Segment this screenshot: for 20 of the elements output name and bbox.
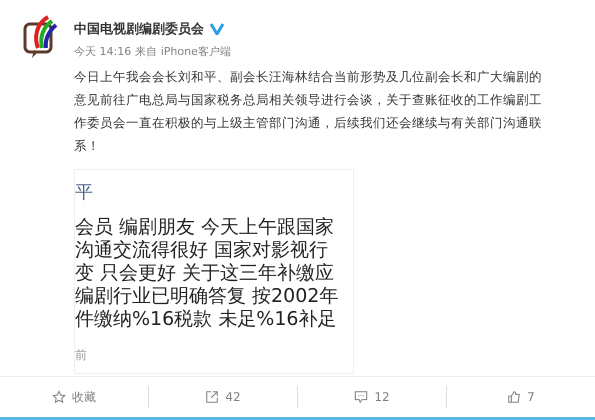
star-icon <box>52 390 66 404</box>
message-time: 前 <box>75 347 87 364</box>
repost-button[interactable]: 42 <box>149 389 297 405</box>
thumbs-up-icon <box>507 390 522 404</box>
author-name[interactable]: 中国电视剧编剧委员会 <box>74 20 204 38</box>
message-line: 沟通交流得很好 国家对影视行 <box>75 239 328 262</box>
message-line: 会员 编剧朋友 今天上午跟国家 <box>75 216 334 239</box>
comment-icon <box>354 390 368 404</box>
like-button[interactable]: 7 <box>447 389 595 405</box>
author-name: 平 <box>75 181 93 204</box>
post-time[interactable]: 今天 14:16 <box>74 44 132 59</box>
message-line: 变 只会更好 关于这三年补缴应 <box>75 262 334 285</box>
comment-button[interactable]: 12 <box>298 389 446 405</box>
favorite-button[interactable]: 收藏 <box>0 388 148 406</box>
attached-screenshot[interactable]: 平 会员 编剧朋友 今天上午跟国家 沟通交流得很好 国家对影视行 变 只会更好 关于这三年补缴应 编剧行业已明确答复 按2002年 件缴纳%16税款 未足%16补足 前 <box>74 169 354 374</box>
share-icon <box>205 390 220 404</box>
message-line: 件缴纳%16税款 未足%16补足 <box>75 308 337 331</box>
post-text: 今日上午我会会长刘和平、副会长汪海林结合当前形势及几位副会长和广大编剧的意见前往广电总局与国家税务总局相关领导进行会谈，关于查账征收的工作编剧工作委员会一直在积极的与上级主管部门沟通，后续我们还会继续与有关部门沟通联系！ <box>74 68 543 155</box>
post-source: 来自 iPhone客户端 <box>135 44 231 59</box>
message-line: 编剧行业已明确答复 按2002年 <box>75 285 338 308</box>
